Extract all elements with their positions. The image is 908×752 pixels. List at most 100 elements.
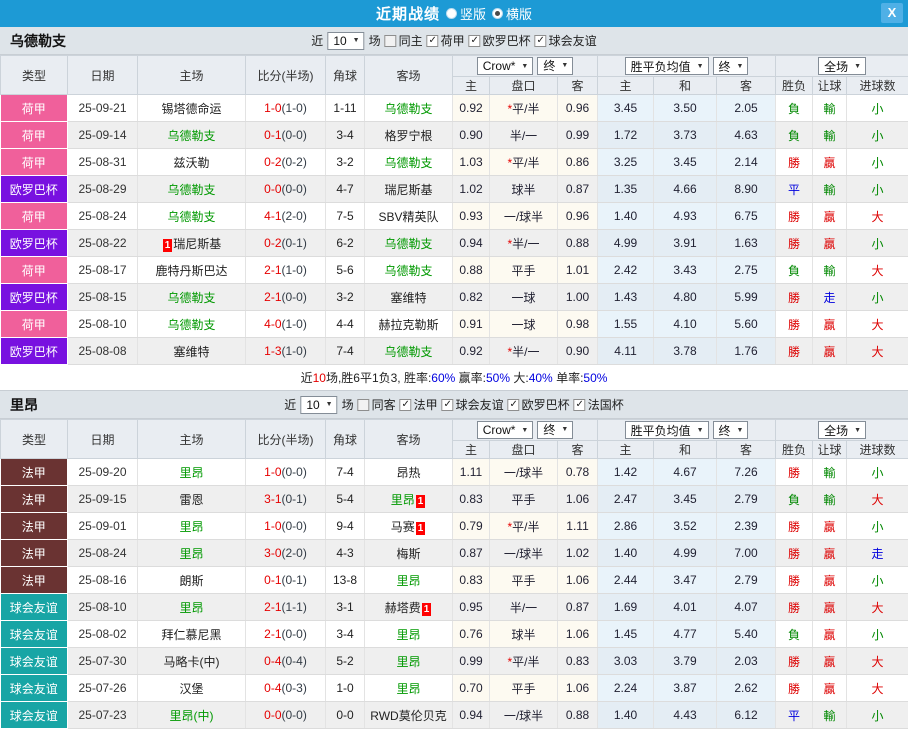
odds-company-select[interactable]: Crow*▼ (477, 421, 534, 439)
home-odds-cell: 0.87 (453, 540, 490, 567)
avg-home-cell: 1.45 (598, 621, 654, 648)
score-cell: 3-1(0-1) (246, 486, 326, 513)
avg-draw-cell: 4.67 (654, 459, 717, 486)
result-cell: 勝 (776, 203, 813, 230)
avg-away-cell: 2.79 (717, 567, 776, 594)
subcol-goals: 进球数 (847, 77, 908, 95)
scope-select[interactable]: 全场▼ (818, 421, 866, 439)
card-badge: 1 (422, 603, 432, 616)
away-odds-cell: 1.06 (558, 675, 598, 702)
title-group: 近期战绩 竖版 横版 (376, 3, 532, 24)
score-cell: 1-0(1-0) (246, 95, 326, 122)
home-odds-cell: 1.11 (453, 459, 490, 486)
radio-label-horizontal[interactable]: 横版 (506, 4, 532, 23)
home-team-cell: 朗斯 (138, 567, 246, 594)
filter-league-0[interactable]: ✓法甲 (400, 396, 438, 413)
avg-type-select[interactable]: 胜平负均值▼ (625, 57, 709, 75)
radio-icon[interactable] (492, 8, 503, 19)
filter-league-checkbox[interactable]: ✓ (574, 399, 586, 411)
filter-same[interactable]: 同客 (358, 396, 396, 413)
goals-cell: 小 (847, 122, 908, 149)
filter-league-checkbox[interactable]: ✓ (427, 35, 439, 47)
away-team-cell: 里昂 (365, 648, 453, 675)
fulltime-score: 3-1 (264, 492, 281, 506)
team-name-text: 乌德勒支 (167, 210, 215, 224)
filter-league-label: 法甲 (414, 396, 438, 413)
subcol-handicap-result: 让球 (813, 77, 847, 95)
result-cell: 勝 (776, 459, 813, 486)
radio-icon[interactable] (446, 8, 457, 19)
filter-league-2[interactable]: ✓球会友谊 (535, 32, 597, 49)
odds-stage-select[interactable]: 终▼ (537, 57, 573, 75)
radio-label-vertical[interactable]: 竖版 (460, 4, 486, 23)
team-name-text: 锡塔德命运 (161, 102, 221, 116)
avg-away-cell: 4.63 (717, 122, 776, 149)
games-count-select[interactable]: 10▼ (300, 396, 337, 414)
filter-league-0[interactable]: ✓荷甲 (427, 32, 465, 49)
league-type-cell: 法甲 (1, 540, 68, 567)
filters-bar: 近10▼场同主✓荷甲✓欧罗巴杯✓球会友谊 (311, 32, 596, 50)
avg-draw-cell: 4.99 (654, 540, 717, 567)
avg-home-cell: 2.42 (598, 257, 654, 284)
filter-same-checkbox[interactable] (358, 399, 370, 411)
filter-same-checkbox[interactable] (385, 35, 397, 47)
corner-cell: 3-4 (326, 621, 365, 648)
filter-league-checkbox[interactable]: ✓ (400, 399, 412, 411)
section-home-team: 乌德勒支近10▼场同主✓荷甲✓欧罗巴杯✓球会友谊类型日期主场比分(半场)角球客场… (0, 27, 908, 391)
odds-stage-select[interactable]: 终▼ (537, 421, 573, 439)
filter-same[interactable]: 同主 (385, 32, 423, 49)
avg-home-cell: 2.47 (598, 486, 654, 513)
team-name-text: 瑞尼斯基 (384, 183, 432, 197)
avg-draw-cell: 3.52 (654, 513, 717, 540)
corner-cell: 7-5 (326, 203, 365, 230)
team-title: 乌德勒支 (0, 31, 66, 51)
filter-league-2[interactable]: ✓欧罗巴杯 (508, 396, 570, 413)
corner-cell: 3-2 (326, 149, 365, 176)
layout-radio-vertical[interactable]: 竖版 (446, 4, 486, 23)
result-cell: 勝 (776, 675, 813, 702)
home-team-cell: 里昂 (138, 513, 246, 540)
avg-stage-select[interactable]: 终▼ (713, 57, 749, 75)
away-team-cell: 格罗宁根 (365, 122, 453, 149)
team-name-text: 兹沃勒 (173, 156, 209, 170)
score-cell: 0-1(0-1) (246, 567, 326, 594)
odds-company-select[interactable]: Crow*▼ (477, 57, 534, 75)
home-team-cell: 里昂 (138, 540, 246, 567)
result-cell: 勝 (776, 149, 813, 176)
match-date: 25-07-23 (68, 702, 138, 729)
avg-draw-cell: 4.01 (654, 594, 717, 621)
avg-home-cell: 3.03 (598, 648, 654, 675)
games-count-select[interactable]: 10▼ (327, 32, 364, 50)
home-team-cell: 乌德勒支 (138, 176, 246, 203)
scope-select[interactable]: 全场▼ (818, 57, 866, 75)
avg-stage-select[interactable]: 终▼ (713, 421, 749, 439)
avg-type-select[interactable]: 胜平负均值▼ (625, 421, 709, 439)
home-odds-cell: 0.94 (453, 702, 490, 729)
filter-league-3[interactable]: ✓法国杯 (574, 396, 624, 413)
handicap-cell: 球半 (490, 176, 558, 203)
subcol-result: 胜负 (776, 77, 813, 95)
halftime-score: (0-0) (282, 128, 307, 142)
layout-radio-horizontal[interactable]: 横版 (492, 4, 532, 23)
filter-league-1[interactable]: ✓球会友谊 (442, 396, 504, 413)
avg-away-cell: 7.26 (717, 459, 776, 486)
match-row: 欧罗巴杯25-08-29乌德勒支0-0(0-0)4-7瑞尼斯基1.02球半0.8… (1, 176, 908, 203)
filter-league-1[interactable]: ✓欧罗巴杯 (469, 32, 531, 49)
filter-league-checkbox[interactable]: ✓ (535, 35, 547, 47)
filter-league-label: 球会友谊 (549, 32, 597, 49)
away-odds-cell: 0.96 (558, 95, 598, 122)
halftime-score: (0-1) (282, 236, 307, 250)
score-cell: 0-1(0-0) (246, 122, 326, 149)
chevron-down-icon: ▼ (737, 63, 744, 70)
avg-home-cell: 2.86 (598, 513, 654, 540)
match-row: 荷甲25-09-14乌德勒支0-1(0-0)3-4格罗宁根0.90半/一0.99… (1, 122, 908, 149)
games-label: 场 (342, 396, 354, 413)
home-team-cell: 马略卡(中) (138, 648, 246, 675)
filter-league-checkbox[interactable]: ✓ (508, 399, 520, 411)
filter-league-checkbox[interactable]: ✓ (442, 399, 454, 411)
home-odds-cell: 0.83 (453, 486, 490, 513)
summary-line: 近10场,胜6平1负3, 胜率:60% 赢率:50% 大:40% 单率:50% (0, 365, 908, 391)
result-cell: 勝 (776, 513, 813, 540)
close-button[interactable]: X (881, 3, 903, 23)
filter-league-checkbox[interactable]: ✓ (469, 35, 481, 47)
